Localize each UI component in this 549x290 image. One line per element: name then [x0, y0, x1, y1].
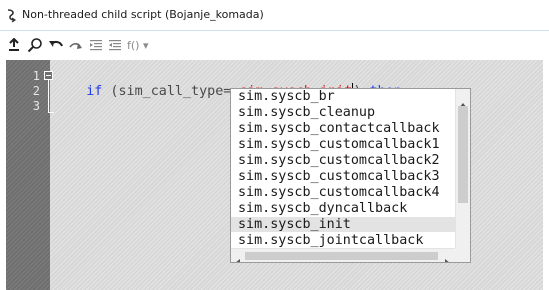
- autocomplete-item[interactable]: sim.syscb_br: [231, 89, 455, 104]
- outdent-icon[interactable]: [107, 36, 123, 54]
- vertical-scrollbar[interactable]: [455, 89, 470, 253]
- toolbar: f() ▾: [0, 33, 549, 57]
- line-number: 3: [32, 99, 40, 113]
- title-divider: [0, 30, 549, 31]
- autocomplete-item[interactable]: sim.syscb_customcallback2: [231, 153, 455, 168]
- search-icon[interactable]: [26, 36, 44, 54]
- scroll-right-icon[interactable]: [445, 252, 450, 262]
- horizontal-scroll-thumb[interactable]: [245, 252, 438, 260]
- functions-dropdown[interactable]: f() ▾: [127, 36, 157, 54]
- code-line-1[interactable]: if (sim_call_type==sim.syscb_init) then: [54, 67, 402, 99]
- title-bar: Non-threaded child script (Bojanje_komad…: [0, 0, 549, 30]
- script-icon: [6, 8, 18, 23]
- fold-line: [48, 80, 49, 113]
- indent-icon[interactable]: [88, 36, 104, 54]
- horizontal-scrollbar[interactable]: [231, 248, 455, 262]
- autocomplete-item-selected[interactable]: sim.syscb_init: [231, 217, 455, 232]
- autocomplete-item[interactable]: sim.syscb_customcallback1: [231, 137, 455, 152]
- autocomplete-item[interactable]: sim.syscb_jointcallback: [231, 233, 455, 248]
- autocomplete-item[interactable]: sim.syscb_cleanup: [231, 105, 455, 120]
- autocomplete-popup[interactable]: sim.syscb_br sim.syscb_cleanup sim.syscb…: [230, 88, 471, 263]
- autocomplete-list[interactable]: sim.syscb_br sim.syscb_cleanup sim.syscb…: [231, 89, 455, 248]
- code-editor[interactable]: 1 2 3 if (sim_call_type==sim.syscb_init)…: [6, 60, 543, 290]
- line-number: 2: [32, 84, 40, 98]
- line-number: 1: [32, 69, 40, 83]
- functions-dropdown-label: f() ▾: [127, 38, 149, 52]
- undo-icon[interactable]: [47, 36, 65, 54]
- scrollbar-corner: [455, 248, 470, 262]
- scroll-left-icon[interactable]: [235, 252, 240, 262]
- insert-icon[interactable]: [6, 36, 22, 54]
- fold-toggle-icon[interactable]: [44, 71, 53, 80]
- autocomplete-item[interactable]: sim.syscb_customcallback3: [231, 169, 455, 184]
- code-text: (sim_call_type==: [102, 84, 240, 99]
- autocomplete-item[interactable]: sim.syscb_customcallback4: [231, 185, 455, 200]
- vertical-scroll-thumb[interactable]: [458, 106, 468, 203]
- redo-icon[interactable]: [67, 36, 85, 54]
- line-number-gutter: 1 2 3: [6, 60, 54, 290]
- autocomplete-item[interactable]: sim.syscb_contactcallback: [231, 121, 455, 136]
- keyword-if: if: [86, 84, 103, 99]
- autocomplete-item[interactable]: sim.syscb_dyncallback: [231, 201, 455, 216]
- window-title: Non-threaded child script (Bojanje_komad…: [22, 8, 264, 21]
